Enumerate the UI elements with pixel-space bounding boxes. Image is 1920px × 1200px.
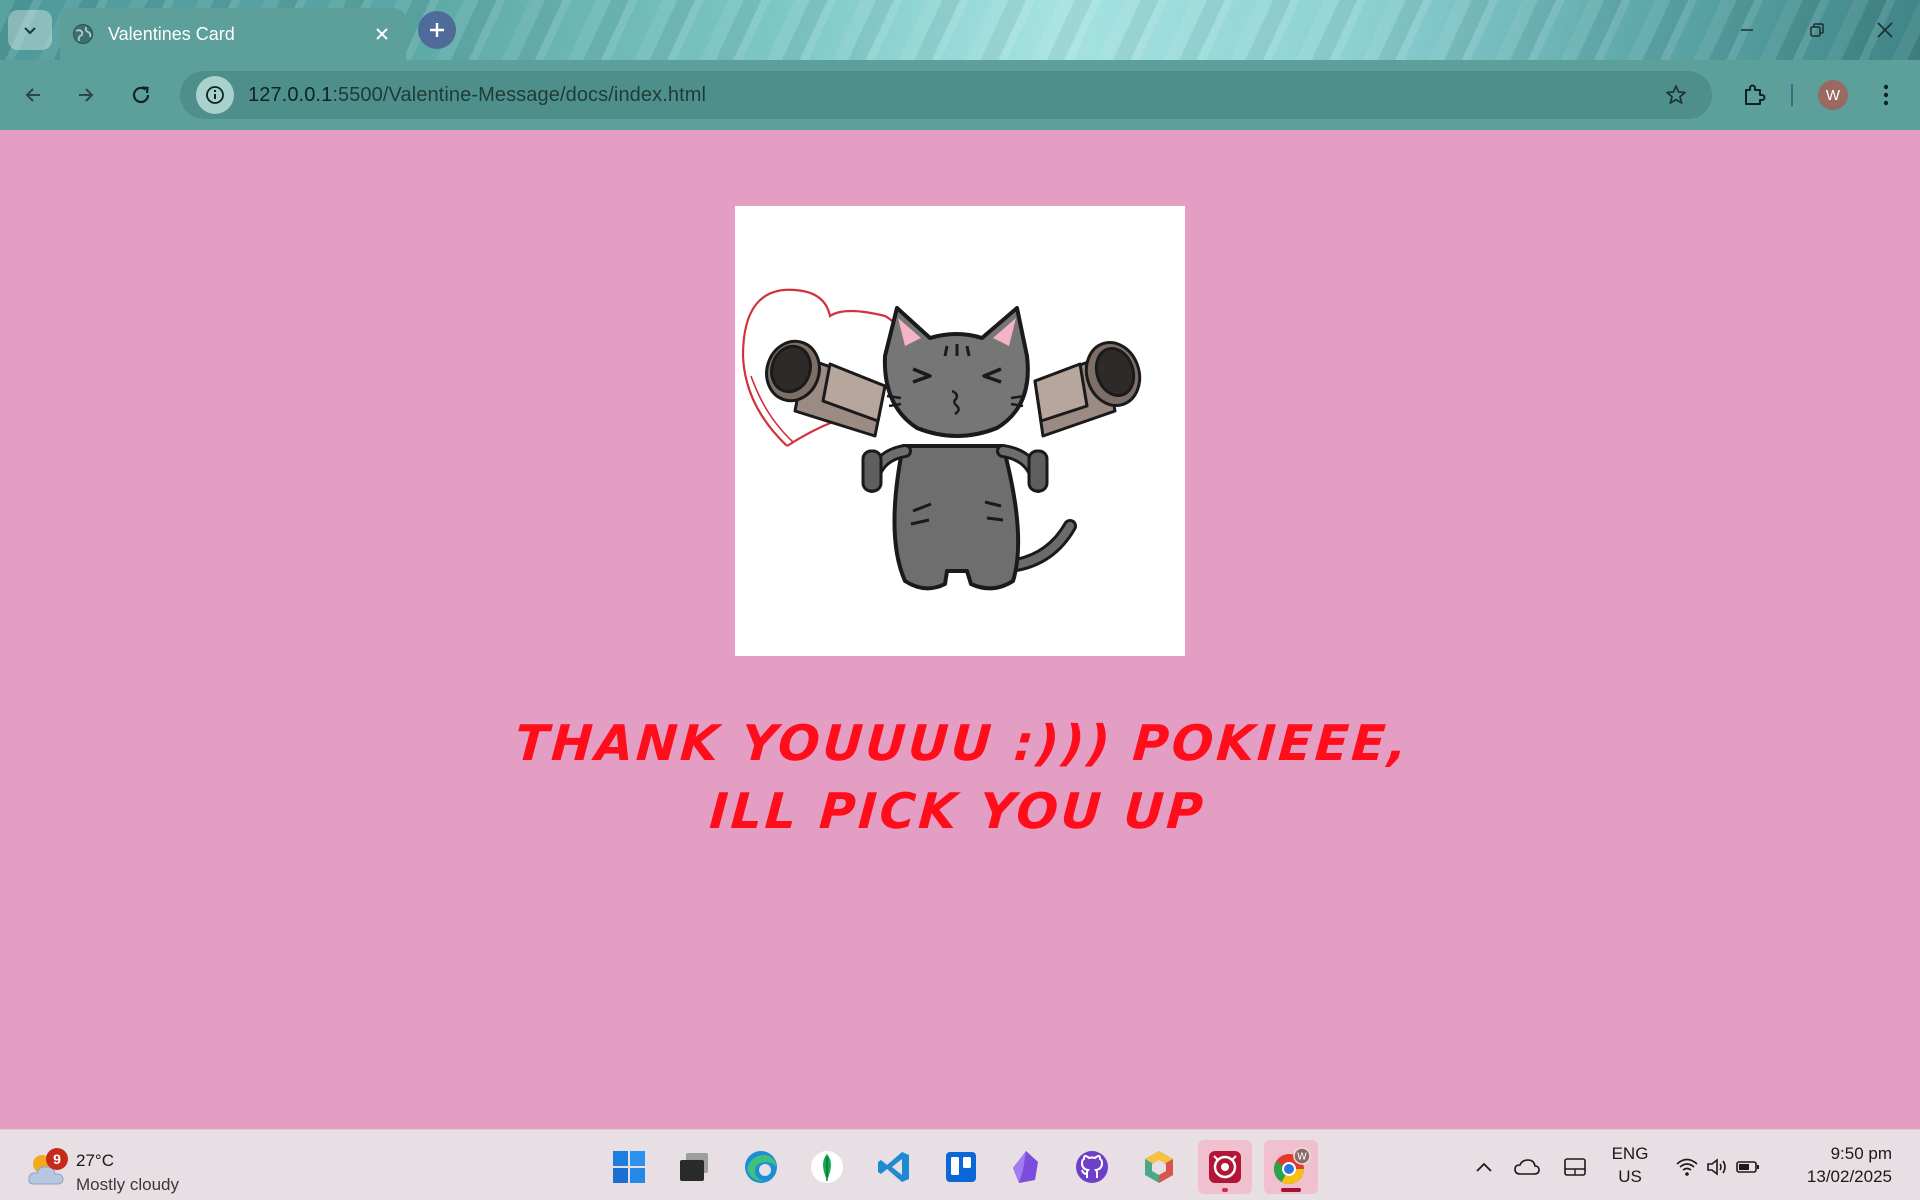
url-path: :5500/Valentine-Message/docs/index.html — [332, 83, 707, 106]
taskbar-edge[interactable] — [734, 1140, 788, 1194]
volume-icon — [1707, 1158, 1726, 1176]
thank-you-message: THANK YOUUUU :))) POKIEEE, ILL PICK YOU … — [513, 715, 1412, 840]
forward-button[interactable] — [66, 75, 106, 115]
page-content: THANK YOUUUU :))) POKIEEE, ILL PICK YOU … — [0, 130, 1920, 1129]
onedrive-tray-icon[interactable] — [1512, 1140, 1542, 1194]
url-host: 127.0.0.1 — [248, 83, 333, 106]
terminal-icon — [680, 1153, 708, 1181]
profile-avatar[interactable]: W — [1818, 80, 1848, 110]
chevron-down-icon — [24, 27, 36, 35]
reload-icon — [132, 86, 150, 104]
language-indicator[interactable]: ENG US — [1602, 1142, 1658, 1188]
globe-icon — [73, 24, 93, 44]
url-text: 127.0.0.1:5500/Valentine-Message/docs/in… — [248, 84, 706, 107]
language-code: ENG — [1611, 1144, 1649, 1163]
edge-icon — [745, 1151, 777, 1183]
taskbar-github[interactable] — [1065, 1140, 1119, 1194]
svg-text:W: W — [1297, 1152, 1307, 1163]
tab-search-button[interactable] — [8, 10, 52, 50]
taskbar-chrome[interactable]: W — [1264, 1140, 1318, 1194]
active-window-indicator — [1281, 1188, 1301, 1192]
taskbar-recorder[interactable] — [1198, 1140, 1252, 1194]
trello-icon — [946, 1152, 976, 1182]
wifi-icon — [1676, 1158, 1698, 1176]
close-tab-icon[interactable] — [370, 22, 394, 46]
info-icon — [206, 86, 224, 104]
show-hidden-icons-button[interactable] — [1466, 1140, 1502, 1194]
star-icon — [1666, 85, 1686, 104]
back-button[interactable] — [13, 75, 53, 115]
reload-button[interactable] — [121, 75, 161, 115]
windows-start-icon — [613, 1151, 645, 1183]
battery-icon — [1736, 1161, 1759, 1173]
taskbar-cube-app[interactable] — [1132, 1140, 1186, 1194]
display-icon — [1564, 1158, 1586, 1176]
taskbar-obsidian[interactable] — [999, 1140, 1053, 1194]
more-vertical-icon — [1883, 84, 1889, 106]
browser-toolbar: 127.0.0.1:5500/Valentine-Message/docs/in… — [0, 60, 1920, 130]
quick-settings-button[interactable] — [1672, 1140, 1764, 1194]
arrow-left-icon — [25, 88, 40, 102]
browser-menu-button[interactable] — [1866, 75, 1906, 115]
running-indicator — [1222, 1188, 1228, 1192]
region-code: US — [1618, 1167, 1642, 1186]
site-info-button[interactable] — [196, 76, 234, 114]
mongodb-icon — [811, 1151, 843, 1183]
weather-widget[interactable]: 9 27°C Mostly cloudy — [26, 1140, 226, 1194]
app-cube-icon — [1145, 1151, 1173, 1183]
cat-lifting-weights-image — [735, 206, 1185, 656]
recorder-icon — [1209, 1151, 1241, 1183]
close-window-button[interactable] — [1850, 0, 1920, 60]
temperature: 27°C — [76, 1151, 114, 1170]
new-tab-button[interactable] — [418, 11, 456, 49]
weather-badge: 9 — [46, 1148, 68, 1170]
taskbar-vscode[interactable] — [867, 1140, 921, 1194]
extensions-button[interactable] — [1734, 75, 1774, 115]
taskbar-mongodb[interactable] — [800, 1140, 854, 1194]
arrow-right-icon — [79, 88, 94, 102]
toolbar-divider — [1791, 84, 1793, 106]
plus-icon — [430, 23, 444, 37]
obsidian-icon — [1013, 1151, 1038, 1183]
puzzle-icon — [1745, 84, 1766, 105]
chevron-up-icon — [1476, 1162, 1492, 1172]
cloud-icon — [1514, 1159, 1540, 1175]
taskbar-trello[interactable] — [934, 1140, 988, 1194]
address-bar[interactable]: 127.0.0.1:5500/Valentine-Message/docs/in… — [180, 71, 1712, 119]
tablet-tray-icon[interactable] — [1560, 1140, 1590, 1194]
minimize-button[interactable] — [1712, 0, 1782, 60]
windows-taskbar: 9 27°C Mostly cloudy W ENG US 9:50 pm 13… — [0, 1129, 1920, 1200]
restore-icon — [1810, 23, 1824, 37]
taskbar-terminal[interactable] — [667, 1140, 721, 1194]
bookmark-star-button[interactable] — [1660, 79, 1692, 111]
browser-tab[interactable]: Valentines Card — [60, 8, 406, 60]
close-icon — [1877, 22, 1893, 38]
minimize-icon — [1741, 29, 1753, 31]
weather-condition: Mostly cloudy — [76, 1175, 179, 1194]
start-button[interactable] — [602, 1140, 656, 1194]
chrome-icon: W — [1274, 1147, 1311, 1185]
clock-time: 9:50 pm — [1830, 1144, 1892, 1163]
restore-button[interactable] — [1782, 0, 1852, 60]
vscode-icon — [878, 1152, 909, 1182]
browser-title-bar: Valentines Card — [0, 0, 1920, 60]
clock-date: 13/02/2025 — [1806, 1167, 1892, 1186]
clock[interactable]: 9:50 pm 13/02/2025 — [1780, 1142, 1892, 1188]
github-icon — [1076, 1151, 1108, 1183]
tab-title: Valentines Card — [108, 23, 235, 44]
